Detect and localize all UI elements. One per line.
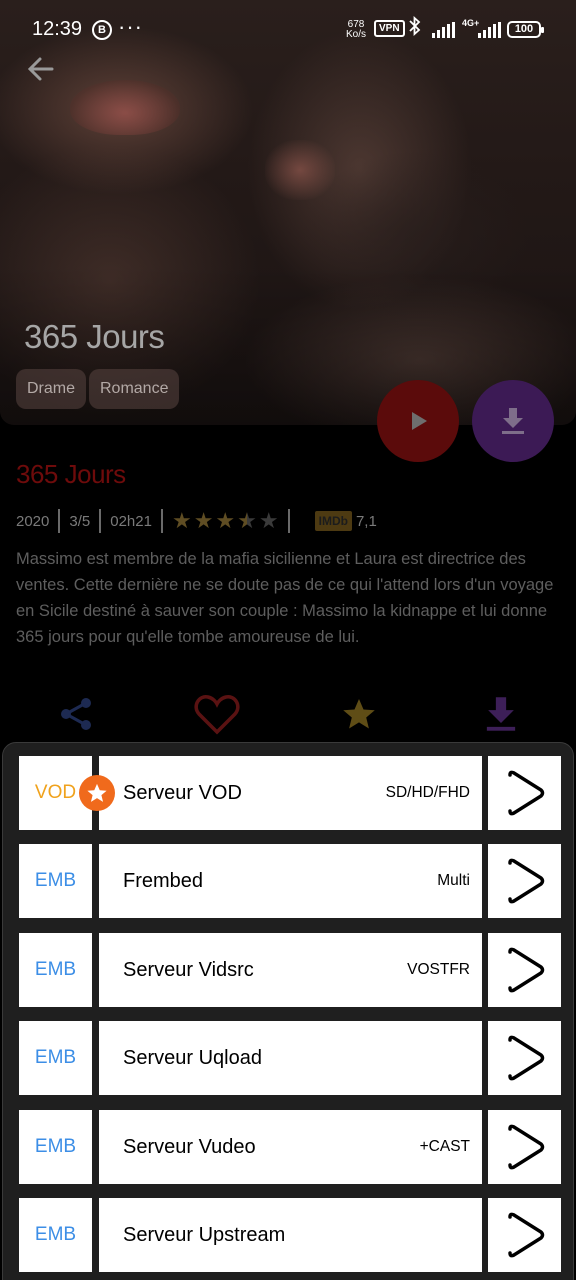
share-button[interactable] [52,690,100,738]
favorite-button[interactable] [193,690,241,738]
play-icon [412,412,427,430]
server-quality: +CAST [419,1138,470,1155]
back-button[interactable] [24,52,58,86]
download-icon [502,408,524,434]
server-row[interactable]: EMB Serveur Uqload [19,1021,561,1095]
server-row[interactable]: EMB Serveur Vidsrc VOSTFR [19,933,561,1007]
server-name: Frembed [123,870,204,892]
server-name: Serveur Upstream [123,1224,286,1246]
network-type: 4G+ [462,18,480,28]
action-bar [0,690,576,740]
server-info[interactable]: Serveur Upstream [99,1198,482,1272]
download-icon [486,697,516,731]
server-info[interactable]: Serveur Uqload [99,1021,482,1095]
download-button[interactable] [472,380,554,462]
download-action-button[interactable] [477,690,525,738]
status-time: 12:39 [32,18,83,40]
share-icon [61,698,91,730]
play-outline-icon [507,947,544,993]
play-outline-icon [507,858,544,904]
server-play-button[interactable] [488,1021,561,1095]
battery-icon: 100 [507,21,544,38]
divider [58,509,61,533]
star-half-icon: ★ [237,508,257,533]
server-quality: SD/HD/FHD [385,784,470,801]
server-info[interactable]: Serveur Vudeo +CAST [99,1110,482,1184]
star-icon: ★ [215,508,236,533]
divider [287,509,290,533]
star-icon [343,699,375,729]
status-bar: 12:39 B ··· 678 Ko/s VPN 4G+ 100 [0,0,576,60]
server-quality: Multi [437,872,470,889]
star-icon: ★ [258,508,279,533]
server-type-tag: EMB [19,933,92,1007]
star-icon: ★ [193,508,214,533]
server-info[interactable]: Frembed Multi [99,844,482,918]
divider [160,509,163,533]
star-rating: ★ ★ ★ ★ ★ [172,510,279,532]
hero-title: 365 Jours [24,318,165,355]
genre-chip[interactable]: Drame [16,369,87,409]
server-quality: VOSTFR [407,961,470,978]
star-badge-icon [79,775,115,811]
movie-meta: 2020 3/5 02h21 ★ ★ ★ ★ ★ IMDb 7,1 [16,508,377,534]
server-play-button[interactable] [488,1110,561,1184]
play-outline-icon [507,1035,544,1081]
imdb-score: 7,1 [355,512,377,530]
play-button[interactable] [377,380,459,462]
more-notifications-icon: ··· [118,14,143,39]
server-name: Serveur Uqload [123,1047,262,1069]
server-row[interactable]: VOD Serveur VOD SD/HD/FHD [19,756,561,830]
server-info[interactable]: Serveur Vidsrc VOSTFR [99,933,482,1007]
play-outline-icon [507,1212,544,1258]
play-outline-icon [507,1124,544,1170]
hero-banner: 12:39 B ··· 678 Ko/s VPN 4G+ 100 365 Jou… [0,0,576,425]
movie-duration: 02h21 [110,512,152,530]
server-row[interactable]: EMB Serveur Vudeo +CAST [19,1110,561,1184]
server-type-tag: EMB [19,844,92,918]
server-info[interactable]: Serveur VOD SD/HD/FHD [99,756,482,830]
network-speed: 678 Ko/s [346,20,366,40]
movie-description: Massimo est membre de la mafia sicilienn… [16,550,554,646]
movie-rating: 3/5 [69,512,91,530]
network-speed-unit: Ko/s [346,29,367,40]
rate-button[interactable] [335,690,383,738]
server-play-button[interactable] [488,1198,561,1272]
server-type-tag: EMB [19,1021,92,1095]
signal-icon [432,22,455,38]
movie-title: 365 Jours [16,459,126,489]
server-row[interactable]: EMB Serveur Upstream [19,1198,561,1272]
server-name: Serveur Vidsrc [123,959,254,981]
hero-image-detail [70,80,180,135]
play-outline-icon [507,770,544,816]
star-icon: ★ [171,508,192,533]
bluetooth-icon [408,15,422,41]
server-play-button[interactable] [488,844,561,918]
server-type-tag: EMB [19,1198,92,1272]
movie-year: 2020 [16,512,50,530]
b-badge-icon: B [92,20,112,40]
server-name: Serveur Vudeo [123,1136,256,1158]
heart-icon [194,695,240,735]
server-name: Serveur VOD [123,782,242,804]
divider [99,509,102,533]
server-play-button[interactable] [488,756,561,830]
signal-icon-2 [478,22,501,38]
arrow-left-icon [27,57,54,81]
server-list-sheet: VOD Serveur VOD SD/HD/FHD EMB Frembed Mu… [2,742,574,1280]
server-play-button[interactable] [488,933,561,1007]
server-row[interactable]: EMB Frembed Multi [19,844,561,918]
vpn-icon: VPN [374,20,405,37]
imdb-logo: IMDb [314,511,352,531]
genre-chip[interactable]: Romance [89,369,180,409]
server-type-tag: EMB [19,1110,92,1184]
